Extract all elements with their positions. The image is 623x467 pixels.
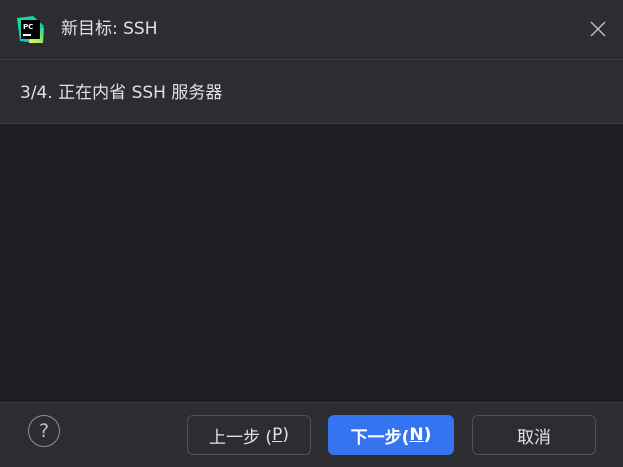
title-bar[interactable]: PC 新目标: SSH bbox=[0, 0, 623, 60]
back-button[interactable]: 上一步 (P) bbox=[187, 415, 311, 455]
cancel-button[interactable]: 取消 bbox=[472, 415, 596, 455]
back-button-label-prefix: 上一步 ( bbox=[209, 427, 273, 448]
content-area bbox=[0, 124, 623, 402]
next-button-label-prefix: 下一步( bbox=[350, 427, 410, 448]
svg-text:PC: PC bbox=[23, 23, 33, 31]
pycharm-logo-icon: PC bbox=[17, 16, 44, 43]
next-button[interactable]: 下一步(N) bbox=[328, 415, 454, 455]
step-header: 3/4. 正在内省 SSH 服务器 bbox=[0, 60, 623, 124]
cancel-button-label: 取消 bbox=[517, 427, 551, 448]
back-button-label-suffix: ) bbox=[282, 425, 289, 445]
new-target-dialog: PC 新目标: SSH 3/4. 正在内省 SSH 服务器 ? 上一步 (P) … bbox=[0, 0, 623, 467]
next-button-mnemonic: N bbox=[409, 425, 424, 445]
close-icon bbox=[590, 21, 606, 37]
dialog-footer: ? 上一步 (P) 下一步(N) 取消 bbox=[0, 402, 623, 467]
help-icon: ? bbox=[38, 420, 50, 442]
back-button-mnemonic: P bbox=[272, 425, 283, 445]
help-button[interactable]: ? bbox=[28, 415, 60, 447]
next-button-label-suffix: ) bbox=[423, 425, 432, 445]
dialog-title: 新目标: SSH bbox=[61, 19, 158, 39]
close-button[interactable] bbox=[585, 16, 611, 42]
step-label: 3/4. 正在内省 SSH 服务器 bbox=[20, 83, 223, 103]
